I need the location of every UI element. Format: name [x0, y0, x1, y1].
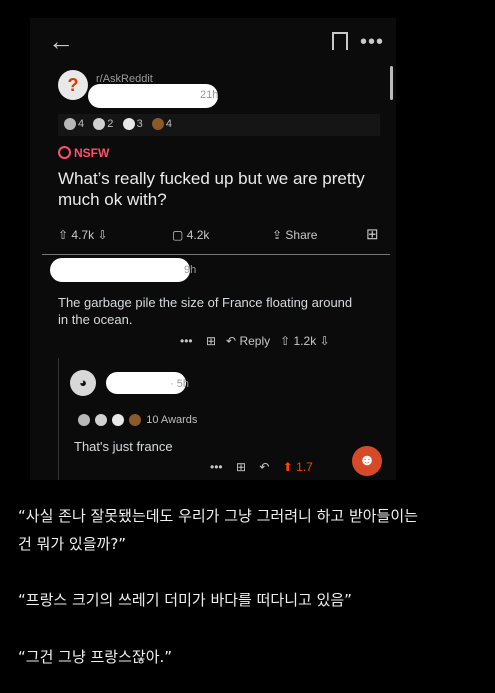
share-button[interactable]: ⇪ Share	[272, 228, 317, 242]
nsfw-tag: NSFW	[58, 146, 109, 160]
awards-row[interactable]: 4 2 3 4	[58, 114, 380, 136]
nsfw-label: NSFW	[74, 146, 110, 160]
comment-age: · 5h	[170, 378, 189, 390]
bookmark-icon[interactable]	[332, 32, 348, 56]
snoo-avatar-icon: ☻	[352, 446, 382, 476]
awards-row[interactable]: 10 Awards	[78, 414, 198, 427]
post-vote-bar: ⇧ 4.7k ⇩	[58, 228, 108, 242]
redaction-mark	[88, 84, 218, 108]
caption-line: “프랑스 크기의 쓰레기 더미가 바다를 떠다니고 있음”	[18, 591, 352, 609]
caption-line: “그건 그냥 프랑스잖아.”	[18, 648, 173, 666]
downvote-icon[interactable]: ⇩	[320, 335, 330, 347]
comment-actions: ••• ⊞ ↶ Reply ⇧ 1.2k ⇩	[180, 334, 330, 348]
comments-button[interactable]: ▢ 4.2k	[172, 228, 209, 242]
award-icon	[151, 118, 164, 131]
award-icon	[95, 414, 108, 427]
award-icon	[78, 414, 90, 427]
downvote-icon[interactable]: ⇩	[97, 229, 107, 241]
redaction-mark	[50, 258, 190, 282]
award-icon	[112, 414, 125, 427]
upvote-icon[interactable]: ⇧	[280, 335, 290, 347]
award-count: 2	[107, 118, 114, 130]
more-icon[interactable]: •••	[210, 461, 223, 473]
award-icon	[93, 118, 106, 131]
subreddit-avatar[interactable]: ?	[58, 70, 88, 100]
award-count: 4	[78, 118, 85, 130]
award-icon	[64, 118, 76, 131]
award-icon[interactable]: ⊞	[236, 461, 246, 473]
upvote-count: 4.7k	[71, 228, 95, 242]
comment-count: 4.2k	[186, 228, 210, 242]
nsfw-icon	[58, 146, 71, 159]
comment-text: The garbage pile the size of France floa…	[58, 295, 353, 327]
award-icon[interactable]: ⊞	[206, 335, 216, 347]
thread-line	[58, 358, 59, 480]
award-button[interactable]: ⊞	[366, 226, 379, 243]
comment-vote-count: 1.7	[296, 460, 313, 474]
comment-vote-count: 1.2k	[293, 334, 317, 348]
snoo-avatar-icon[interactable]: ◕	[70, 370, 96, 396]
award-count: 3	[136, 118, 143, 130]
more-icon[interactable]: •••	[360, 32, 384, 52]
awards-label: 10 Awards	[146, 414, 198, 426]
reply-icon[interactable]: ↶	[226, 335, 236, 347]
divider	[42, 254, 390, 255]
comment-age-value: 5h	[176, 378, 189, 390]
award-count: 4	[165, 118, 173, 130]
comment-text: That's just france	[74, 439, 173, 454]
post-age: 21h	[200, 89, 219, 101]
award-icon: ⊞	[366, 226, 379, 243]
reddit-screenshot: ← ••• ? r/AskReddit 21h 4 2 3 4 NSFW Wha…	[30, 18, 396, 480]
comment-icon: ▢	[172, 228, 184, 242]
share-label: Share	[285, 228, 318, 242]
comment-actions: ••• ⊞ ↶ ⬆ 1.7	[210, 460, 313, 474]
scrollbar[interactable]	[390, 66, 393, 100]
comment-age: 9h	[184, 264, 197, 276]
reply-icon[interactable]: ↶	[259, 461, 269, 473]
back-arrow-icon[interactable]: ←	[48, 28, 74, 54]
more-icon[interactable]: •••	[180, 335, 193, 347]
upvote-icon[interactable]: ⇧	[58, 229, 68, 241]
caption-line: 건 뭐가 있을까?”	[18, 535, 127, 553]
share-icon: ⇪	[272, 228, 283, 242]
upvote-icon[interactable]: ⬆	[283, 461, 293, 473]
post-title: What’s really fucked up but we are prett…	[58, 169, 365, 209]
award-icon	[122, 118, 135, 131]
caption-line: “사실 존나 잘못됐는데도 우리가 그냥 그러려니 하고 받아들이는	[18, 507, 418, 525]
reply-button[interactable]: Reply	[239, 334, 270, 348]
award-icon	[129, 414, 142, 427]
